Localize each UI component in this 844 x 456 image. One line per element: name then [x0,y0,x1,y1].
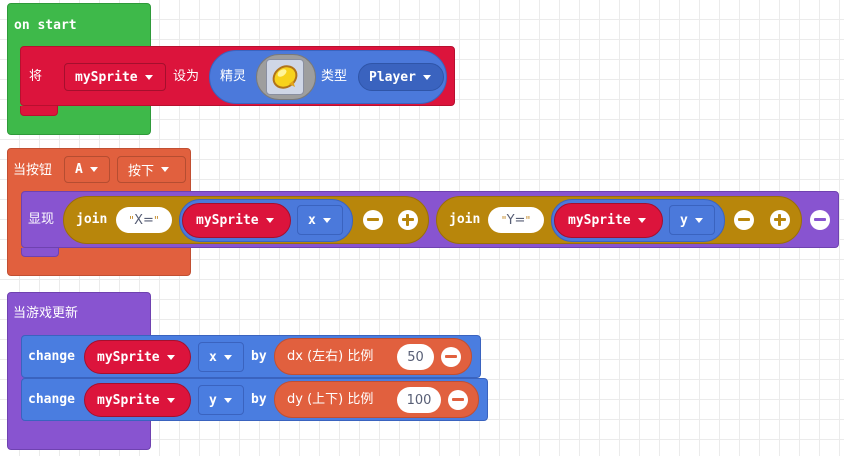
property-dropdown-4[interactable]: y [198,385,244,415]
plus-icon[interactable] [770,210,790,230]
property-dropdown-3-label: x [209,349,217,365]
property-dropdown-3[interactable]: x [198,342,244,372]
property-dropdown-1-label: x [308,212,316,228]
chevron-down-icon [265,218,274,223]
show-label: 显现 [28,212,55,227]
variable-dropdown-1-label: mySprite [196,213,259,228]
dy-value-field[interactable]: 100 [397,387,441,413]
variable-dropdown-3[interactable]: mySprite [84,340,191,374]
event-dropdown-label: 按下 [128,164,155,179]
text-field-2-value: Y= [506,212,526,228]
sprite-label: 精灵 [220,69,247,84]
to-label: 设为 [173,69,200,84]
chevron-down-icon [89,167,98,172]
kind-dropdown-label: Player [369,69,416,85]
text-field-1-value: X= [134,212,154,228]
kind-dropdown[interactable]: Player [358,63,444,91]
minus-icon[interactable] [734,210,754,230]
button-dropdown[interactable]: A [64,156,110,183]
property-dropdown-2-label: y [680,212,688,228]
sprite-image-picker[interactable] [256,54,316,100]
dx-value: 50 [407,349,424,365]
on-start-label: on start [14,18,77,33]
change-label-1: change [28,349,75,364]
chevron-down-icon [637,218,646,223]
controller-dx-label: dx (左右) 比例 [287,348,374,364]
property-dropdown-4-label: y [209,392,217,408]
controller-dy-label: dy (上下) 比例 [287,391,374,407]
chevron-down-icon [223,354,232,360]
minus-icon[interactable] [441,347,461,367]
kind-label: 类型 [321,69,348,84]
minus-icon[interactable] [810,210,830,230]
set-label: 将 [29,69,43,84]
variable-dropdown-4-label: mySprite [97,392,160,408]
chevron-down-icon [144,74,153,80]
chevron-down-icon [161,167,170,172]
chevron-down-icon [166,397,175,403]
variable-dropdown-2-label: mySprite [568,213,631,228]
text-field-1[interactable]: " X= " [116,207,172,233]
by-label-1: by [251,349,267,364]
variable-dropdown-1[interactable]: mySprite [182,203,291,238]
sprite-image-frame [266,59,304,95]
variable-dropdown[interactable]: mySprite [64,63,166,91]
chevron-down-icon [166,354,175,360]
dx-value-field[interactable]: 50 [397,344,434,370]
variable-dropdown-3-label: mySprite [97,349,160,365]
chevron-down-icon [322,217,331,223]
property-dropdown-2[interactable]: y [669,205,715,235]
join-label-2: join [449,212,481,227]
change-label-2: change [28,392,75,407]
variable-dropdown-4[interactable]: mySprite [84,383,191,417]
minus-icon[interactable]: .minus::after{background:#b8860b;} [363,210,383,230]
plus-icon[interactable] [398,210,418,230]
chevron-down-icon [223,397,232,403]
join-label-1: join [76,212,108,227]
chevron-down-icon [422,74,431,80]
by-label-2: by [251,392,267,407]
lemon-sprite-icon [272,65,298,89]
game-update-label: 当游戏更新 [13,306,79,321]
button-event-label: 当按钮 [13,163,53,178]
property-dropdown-1[interactable]: x [297,205,343,235]
text-field-2[interactable]: " Y= " [488,207,544,233]
minus-icon[interactable] [448,390,468,410]
event-dropdown[interactable]: 按下 [117,156,186,183]
variable-dropdown-2[interactable]: mySprite [554,203,663,238]
variable-dropdown-label: mySprite [75,69,138,85]
chevron-down-icon [694,217,703,223]
button-dropdown-label: A [75,162,83,177]
dy-value: 100 [406,392,432,408]
